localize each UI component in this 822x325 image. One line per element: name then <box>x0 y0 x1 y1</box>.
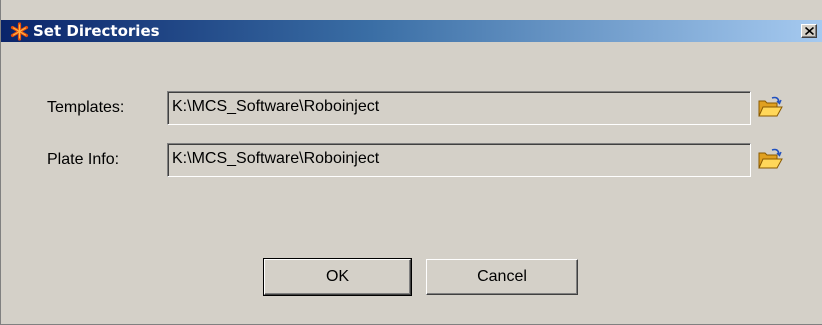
plate-info-label: Plate Info: <box>47 151 120 168</box>
templates-browse-button[interactable] <box>757 96 783 118</box>
folder-open-icon <box>758 96 783 117</box>
title-bar[interactable]: Set Directories <box>1 20 822 42</box>
plate-info-path-field[interactable]: K:\MCS_Software\Roboinject <box>167 143 751 177</box>
plate-info-browse-button[interactable] <box>757 148 783 170</box>
folder-open-icon <box>758 148 783 169</box>
close-icon <box>805 27 814 35</box>
set-directories-dialog: Set Directories Templates: K:\MCS_Softwa… <box>0 0 822 325</box>
ok-button[interactable]: OK <box>263 258 412 296</box>
close-button[interactable] <box>801 24 817 38</box>
templates-label: Templates: <box>47 99 125 116</box>
cancel-button[interactable]: Cancel <box>426 259 578 295</box>
star-app-icon <box>10 22 29 41</box>
templates-path-field[interactable]: K:\MCS_Software\Roboinject <box>167 91 751 125</box>
window-title: Set Directories <box>33 22 160 40</box>
